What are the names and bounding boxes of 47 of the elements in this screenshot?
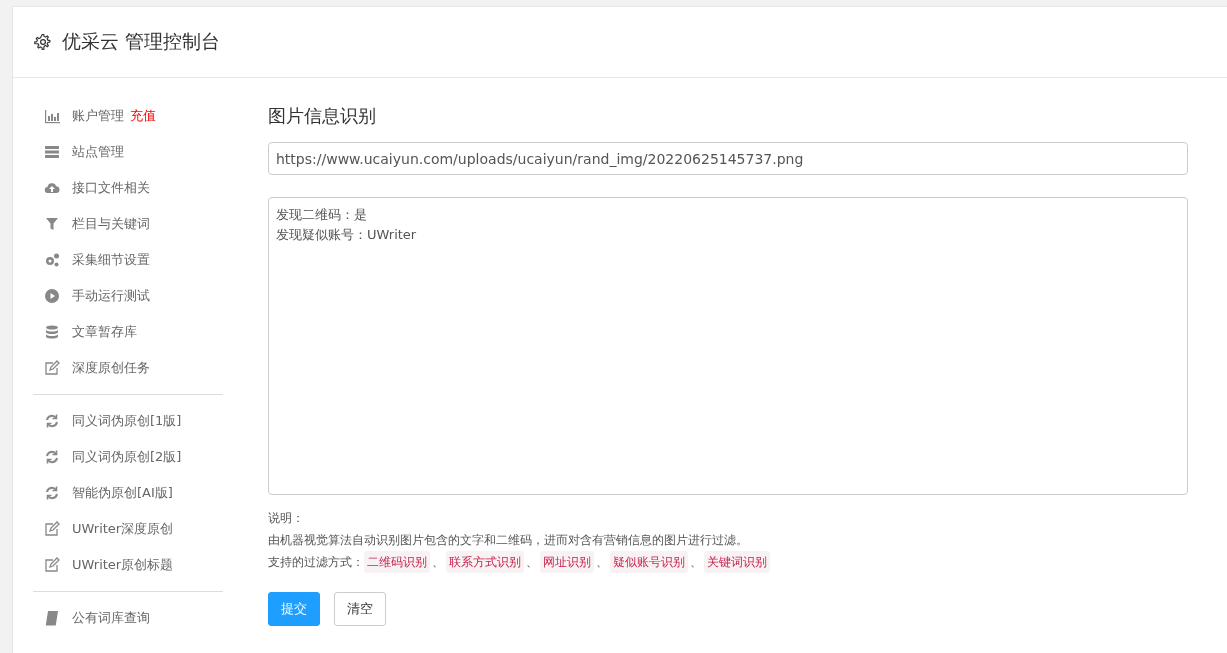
chart-icon <box>44 108 60 124</box>
cloud-icon <box>44 180 60 196</box>
sidebar-item[interactable]: 接口文件相关 <box>72 179 150 197</box>
result-line: 发现疑似账号：UWriter <box>276 226 418 244</box>
database-icon <box>44 324 60 340</box>
separator-mark: 、 <box>432 554 444 571</box>
server-icon <box>44 144 60 160</box>
method-tag: 联系方式识别 <box>446 551 524 573</box>
notes-heading: 说明： <box>268 510 305 527</box>
refresh-icon <box>44 413 60 429</box>
description-text: 由机器视觉算法自动识别图片包含的文字和二维码，进而对含有营销信息的图片进行过滤。 <box>268 532 749 549</box>
section-title: 图片信息识别 <box>268 104 377 128</box>
play-icon <box>44 288 60 304</box>
sidebar-item[interactable]: 栏目与关键词 <box>72 215 150 233</box>
separator-mark: 、 <box>526 554 538 571</box>
methods-label: 支持的过滤方式： <box>268 554 364 571</box>
separator-mark: 、 <box>596 554 608 571</box>
result-box[interactable]: 发现二维码：是 发现疑似账号：UWriter <box>268 197 1188 495</box>
sidebar-item[interactable]: 公有词库查询 <box>72 609 150 627</box>
method-tag: 二维码识别 <box>364 551 430 573</box>
sidebar-item[interactable]: 文章暂存库 <box>72 323 137 341</box>
refresh-icon <box>44 449 60 465</box>
settings-icon <box>34 33 52 51</box>
url-field[interactable]: https://www.ucaiyun.com/uploads/ucaiyun/rand_img/20220625145737.png <box>268 142 1188 175</box>
sidebar-item[interactable]: 站点管理 <box>72 143 124 161</box>
sidebar-item[interactable]: 深度原创任务 <box>72 359 150 377</box>
clear-button[interactable]: 清空 <box>334 592 386 626</box>
filter-icon <box>44 216 60 232</box>
separator-mark: 、 <box>690 554 702 571</box>
sidebar-item[interactable]: UWriter深度原创 <box>72 520 174 538</box>
sidebar-item[interactable]: UWriter原创标题 <box>72 556 174 574</box>
sidebar-item[interactable]: 采集细节设置 <box>72 251 150 269</box>
refresh-icon <box>44 485 60 501</box>
edit-icon <box>44 360 60 376</box>
result-line: 发现二维码：是 <box>276 206 368 224</box>
method-tag: 关键词识别 <box>704 551 770 573</box>
sidebar-item[interactable]: 账户管理 <box>72 107 124 125</box>
recharge-link[interactable]: 充值 <box>130 107 156 125</box>
method-tag: 疑似账号识别 <box>610 551 688 573</box>
edit-icon <box>44 557 60 573</box>
edit-icon <box>44 521 60 537</box>
sidebar-item[interactable]: 智能伪原创[AI版] <box>72 484 173 502</box>
method-tag: 网址识别 <box>540 551 594 573</box>
console-title: 优采云 管理控制台 <box>62 29 221 54</box>
sidebar-item[interactable]: 手动运行测试 <box>72 287 150 305</box>
sidebar-item[interactable]: 同义词伪原创[1版] <box>72 412 182 430</box>
sidebar-item[interactable]: 同义词伪原创[2版] <box>72 448 182 466</box>
